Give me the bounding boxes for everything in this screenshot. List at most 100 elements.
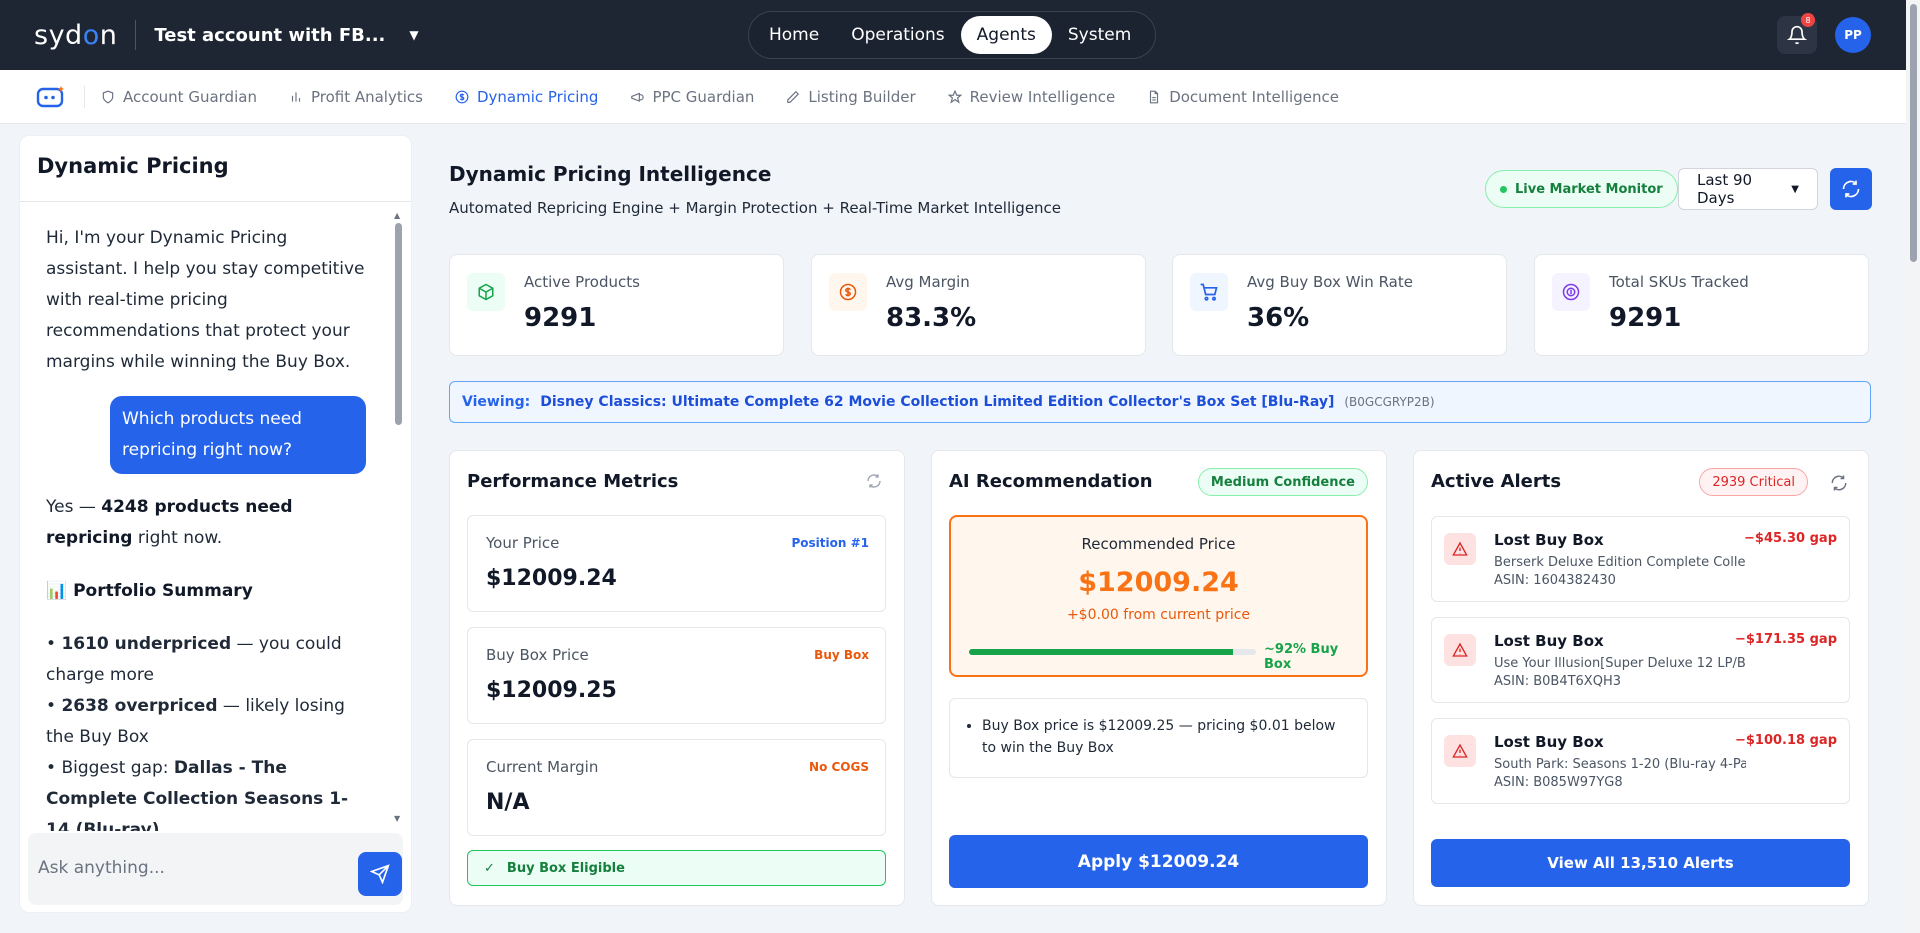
panel-title: AI Recommendation <box>949 471 1153 492</box>
metric-value: $12009.24 <box>486 566 617 591</box>
apply-price-button[interactable]: Apply $12009.24 <box>949 835 1368 888</box>
chat-scroll-thumb[interactable] <box>395 223 402 425</box>
user-avatar[interactable]: PP <box>1835 17 1871 53</box>
dollar-circle-icon <box>1552 273 1590 311</box>
stat-label: Total SKUs Tracked <box>1609 273 1749 291</box>
confidence-badge: Medium Confidence <box>1197 468 1368 496</box>
live-market-monitor-badge[interactable]: Live Market Monitor <box>1485 170 1678 208</box>
subnav-profit-analytics[interactable]: Profit Analytics <box>289 88 423 106</box>
stat-card-avg-margin: Avg Margin 83.3% <box>811 254 1146 356</box>
agents-home-icon[interactable] <box>36 82 66 112</box>
refresh-button[interactable] <box>1830 168 1872 210</box>
user-message: Which products need repricing right now? <box>110 396 366 474</box>
scroll-down-icon[interactable]: ▼ <box>394 814 400 823</box>
cart-icon <box>1190 273 1228 311</box>
top-navbar: sydon Test account with FB... ▼ Home Ope… <box>0 0 1906 70</box>
subnav-account-guardian[interactable]: Account Guardian <box>101 88 257 106</box>
alert-item[interactable]: Lost Buy Box −$100.18 gap South Park: Se… <box>1431 718 1850 804</box>
warning-icon <box>1444 533 1476 565</box>
alert-description: Berserk Deluxe Edition Complete Collec..… <box>1494 555 1746 570</box>
recommended-price-box: Recommended Price $12009.24 +$0.00 from … <box>949 515 1368 677</box>
stat-card-buy-box-win-rate: Avg Buy Box Win Rate 36% <box>1172 254 1507 356</box>
refresh-icon[interactable] <box>866 473 882 493</box>
subnav-dynamic-pricing[interactable]: Dynamic Pricing <box>455 88 598 106</box>
view-all-alerts-button[interactable]: View All 13,510 Alerts <box>1431 839 1850 887</box>
agent-subnav: Account Guardian Profit Analytics Dynami… <box>0 70 1906 124</box>
recommended-price-label: Recommended Price <box>1081 535 1236 553</box>
alert-title: Lost Buy Box <box>1494 733 1604 751</box>
subnav-ppc-guardian[interactable]: PPC Guardian <box>630 88 754 106</box>
chat-messages: Hi, I'm your Dynamic Pricing assistant. … <box>20 203 411 831</box>
bell-icon <box>1787 25 1807 45</box>
bar-chart-icon <box>291 91 301 102</box>
viewing-product-bar[interactable]: Viewing: Disney Classics: Ultimate Compl… <box>449 381 1871 423</box>
sydon-logo[interactable]: sydon <box>34 20 117 51</box>
portfolio-bullets: • 1610 underpriced — you could charge mo… <box>46 629 368 831</box>
nav-tab-system[interactable]: System <box>1052 16 1147 54</box>
chat-scrollbar[interactable]: ▲ ▼ <box>394 211 403 823</box>
buy-box-eligible-badge: ✓ Buy Box Eligible <box>467 850 886 886</box>
list-item: • Biggest gap: Dallas - The Complete Col… <box>46 758 349 831</box>
main-nav: Home Operations Agents System <box>748 11 1156 59</box>
megaphone-icon <box>631 92 645 102</box>
notification-count-badge: 8 <box>1801 13 1815 27</box>
chat-input[interactable] <box>38 851 328 885</box>
stat-value: 9291 <box>524 303 597 333</box>
buy-box-probability-bar <box>969 649 1256 655</box>
metric-tag: Position #1 <box>791 536 869 550</box>
stat-value: 36% <box>1247 303 1310 333</box>
page-scroll-thumb[interactable] <box>1910 4 1917 262</box>
warning-icon <box>1444 634 1476 666</box>
performance-metrics-panel: Performance Metrics Your Price Position … <box>449 450 905 906</box>
list-item: • 2638 overpriced — likely losing the Bu… <box>46 696 345 747</box>
eligible-label: Buy Box Eligible <box>506 860 625 876</box>
viewing-asin: (B0GCGRYP2B) <box>1344 395 1435 409</box>
notifications-button[interactable]: 8 <box>1777 13 1817 54</box>
chevron-down-icon[interactable]: ▼ <box>409 28 418 42</box>
subnav-review-intelligence[interactable]: Review Intelligence <box>947 87 1116 106</box>
stat-label: Avg Margin <box>886 273 970 291</box>
alert-asin: ASIN: 1604382430 <box>1494 573 1616 588</box>
alert-item[interactable]: Lost Buy Box −$171.35 gap Use Your Illus… <box>1431 617 1850 703</box>
metric-tag: No COGS <box>809 760 869 774</box>
alert-description: South Park: Seasons 1-20 (Blu-ray 4-Pac.… <box>1494 757 1746 772</box>
alert-item[interactable]: Lost Buy Box −$45.30 gap Berserk Deluxe … <box>1431 516 1850 602</box>
price-difference: +$0.00 from current price <box>1066 607 1251 623</box>
alert-gap: −$171.35 gap <box>1734 632 1837 647</box>
box-icon <box>467 273 505 311</box>
stat-label: Avg Buy Box Win Rate <box>1247 273 1413 291</box>
subnav-label: Account Guardian <box>123 87 257 106</box>
send-icon <box>370 864 390 884</box>
nav-tab-agents[interactable]: Agents <box>960 16 1052 54</box>
metric-tag: Buy Box <box>814 648 869 662</box>
subnav-divider <box>84 85 85 108</box>
subnav-label: Document Intelligence <box>1169 87 1339 106</box>
metric-label: Current Margin <box>486 758 599 776</box>
send-button[interactable] <box>358 852 402 896</box>
subnav-label: Profit Analytics <box>310 87 423 106</box>
chevron-down-icon: ▼ <box>1791 183 1799 195</box>
date-range-select[interactable]: Last 90 Days ▼ <box>1678 168 1818 210</box>
metric-your-price: Your Price Position #1 $12009.24 <box>467 515 886 612</box>
page-scrollbar[interactable] <box>1906 0 1920 933</box>
stat-card-total-skus: Total SKUs Tracked 9291 <box>1534 254 1869 356</box>
subnav-listing-builder[interactable]: Listing Builder <box>786 88 916 106</box>
account-name[interactable]: Test account with FB... <box>154 25 385 46</box>
buy-box-probability-fill <box>969 649 1234 655</box>
shield-icon <box>102 90 114 103</box>
nav-tab-operations[interactable]: Operations <box>835 16 960 54</box>
live-label: Live Market Monitor <box>1515 181 1663 197</box>
scroll-up-icon[interactable]: ▲ <box>394 211 400 220</box>
nav-tab-home[interactable]: Home <box>753 16 835 54</box>
subnav-label: Review Intelligence <box>969 87 1116 106</box>
recommendation-reason: Buy Box price is $12009.25 — pricing $0.… <box>949 698 1368 778</box>
subnav-document-intelligence[interactable]: Document Intelligence <box>1147 88 1339 106</box>
viewing-label: Viewing: <box>462 394 531 410</box>
refresh-icon[interactable] <box>1830 474 1848 496</box>
chat-input-area <box>28 833 403 905</box>
list-item: Buy Box price is $12009.25 — pricing $0.… <box>982 715 1349 759</box>
alert-title: Lost Buy Box <box>1494 632 1604 650</box>
page-title: Dynamic Pricing Intelligence <box>449 162 772 186</box>
date-range-value: Last 90 Days <box>1697 171 1753 207</box>
viewing-product-title[interactable]: Disney Classics: Ultimate Complete 62 Mo… <box>540 394 1334 410</box>
